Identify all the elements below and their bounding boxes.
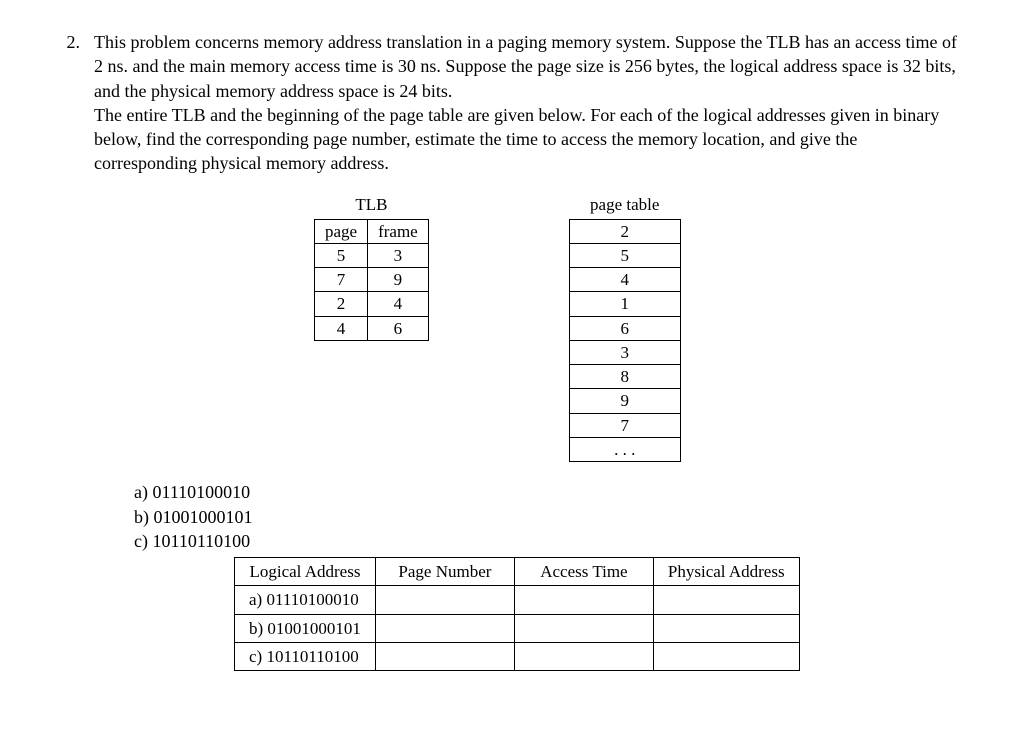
tlb-title: TLB	[314, 194, 429, 217]
address-c-label: c)	[134, 531, 148, 551]
pt-cell: 1	[569, 292, 680, 316]
address-a: a) 01110100010	[134, 480, 964, 504]
ans-cell-empty	[653, 586, 799, 614]
tlb-table: page frame 5 3 7 9 2 4	[314, 219, 429, 341]
table-row: 8	[569, 365, 680, 389]
ans-cell-empty	[375, 614, 514, 642]
ans-cell-label: b) 01001000101	[235, 614, 376, 642]
table-row: 2	[569, 219, 680, 243]
table-row: b) 01001000101	[235, 614, 800, 642]
tlb-cell: 2	[315, 292, 368, 316]
ans-cell-empty	[375, 586, 514, 614]
table-row: 1	[569, 292, 680, 316]
table-row: 3	[569, 340, 680, 364]
page-table-title: page table	[569, 194, 681, 217]
table-row: 5	[569, 243, 680, 267]
table-row: 2 4	[315, 292, 429, 316]
table-row: 4 6	[315, 316, 429, 340]
tlb-cell: 9	[368, 268, 429, 292]
address-c: c) 10110110100	[134, 529, 964, 553]
tlb-cell: 3	[368, 243, 429, 267]
pt-cell: 2	[569, 219, 680, 243]
tlb-wrapper: TLB page frame 5 3 7 9 2	[314, 194, 429, 341]
pt-cell: 8	[569, 365, 680, 389]
prompt-paragraph-1: This problem concerns memory address tra…	[94, 30, 964, 103]
tlb-header-page: page	[315, 219, 368, 243]
ans-cell-label: c) 10110110100	[235, 642, 376, 670]
ans-cell-empty	[653, 642, 799, 670]
ans-header-access-time: Access Time	[514, 558, 653, 586]
ans-cell-empty	[375, 642, 514, 670]
question-block: 2. This problem concerns memory address …	[60, 30, 964, 671]
question-body: This problem concerns memory address tra…	[94, 30, 964, 671]
ans-cell-empty	[514, 614, 653, 642]
tables-row: TLB page frame 5 3 7 9 2	[314, 194, 964, 462]
tlb-cell: 4	[315, 316, 368, 340]
ans-cell-empty	[514, 586, 653, 614]
ans-cell-empty	[514, 642, 653, 670]
page-table-wrapper: page table 2 5 4 1 6 3 8 9 7 . . .	[569, 194, 681, 462]
prompt-paragraph-2: The entire TLB and the beginning of the …	[94, 103, 964, 176]
address-b-value: 01001000101	[154, 507, 253, 527]
table-row: 4	[569, 268, 680, 292]
ans-cell-label: a) 01110100010	[235, 586, 376, 614]
tlb-cell: 5	[315, 243, 368, 267]
ans-cell-empty	[653, 614, 799, 642]
answer-header-row: Logical Address Page Number Access Time …	[235, 558, 800, 586]
ans-header-physical-address: Physical Address	[653, 558, 799, 586]
tlb-header-frame: frame	[368, 219, 429, 243]
tlb-header-row: page frame	[315, 219, 429, 243]
ans-header-page-number: Page Number	[375, 558, 514, 586]
pt-cell: 7	[569, 413, 680, 437]
table-row: 6	[569, 316, 680, 340]
answer-table: Logical Address Page Number Access Time …	[234, 557, 800, 671]
pt-cell: 3	[569, 340, 680, 364]
pt-cell: 6	[569, 316, 680, 340]
table-row: 7 9	[315, 268, 429, 292]
table-row: . . .	[569, 437, 680, 461]
table-row: 5 3	[315, 243, 429, 267]
question-number: 2.	[60, 30, 80, 671]
table-row: a) 01110100010	[235, 586, 800, 614]
address-b: b) 01001000101	[134, 505, 964, 529]
address-a-value: 01110100010	[152, 482, 250, 502]
page-table: 2 5 4 1 6 3 8 9 7 . . .	[569, 219, 681, 463]
tlb-cell: 7	[315, 268, 368, 292]
address-c-value: 10110110100	[152, 531, 250, 551]
address-list: a) 01110100010 b) 01001000101 c) 1011011…	[134, 480, 964, 553]
table-row: c) 10110110100	[235, 642, 800, 670]
pt-cell: 4	[569, 268, 680, 292]
tlb-cell: 4	[368, 292, 429, 316]
table-row: 7	[569, 413, 680, 437]
table-row: 9	[569, 389, 680, 413]
address-a-label: a)	[134, 482, 148, 502]
tlb-cell: 6	[368, 316, 429, 340]
pt-cell: . . .	[569, 437, 680, 461]
ans-header-logical-address: Logical Address	[235, 558, 376, 586]
pt-cell: 5	[569, 243, 680, 267]
address-b-label: b)	[134, 507, 149, 527]
pt-cell: 9	[569, 389, 680, 413]
